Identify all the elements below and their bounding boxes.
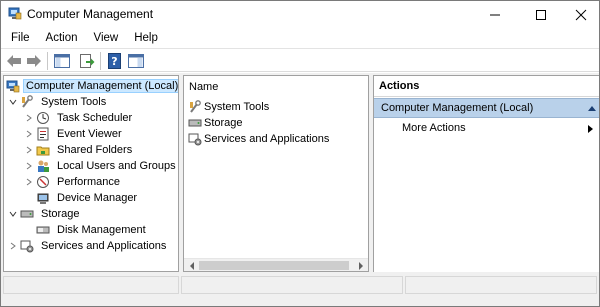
system-tools-icon xyxy=(188,100,202,114)
tree-item-label: System Tools xyxy=(41,96,107,108)
status-segment xyxy=(405,276,597,294)
help-button[interactable]: ? xyxy=(105,51,125,71)
export-list-icon xyxy=(80,54,95,68)
tree-item-task-scheduler[interactable]: Task Scheduler xyxy=(24,110,136,126)
chevron-right-icon[interactable] xyxy=(24,126,34,142)
more-actions-link[interactable]: More Actions xyxy=(402,122,466,134)
submenu-arrow-icon xyxy=(588,124,593,136)
menu-help[interactable]: Help xyxy=(126,28,166,48)
forward-arrow-icon xyxy=(27,55,41,67)
storage-icon xyxy=(188,116,202,130)
toolbar: ? xyxy=(1,48,599,72)
menu-view[interactable]: View xyxy=(86,28,127,48)
console-tree-pane: Computer Management (Local) System Tools xyxy=(3,75,179,272)
tree-item-device-manager[interactable]: Device Manager xyxy=(36,190,141,206)
actions-pane: Actions Computer Management (Local) More… xyxy=(373,75,599,272)
window-title: Computer Management xyxy=(27,7,154,21)
storage-icon xyxy=(20,207,34,221)
tree-item-label: Local Users and Groups xyxy=(57,160,176,172)
toolbar-separator xyxy=(47,52,48,70)
system-tools-icon xyxy=(20,95,34,109)
column-header-name[interactable]: Name xyxy=(184,76,368,96)
back-arrow-icon xyxy=(7,55,21,67)
collapse-up-icon[interactable] xyxy=(588,99,596,117)
tree-item-computer-management[interactable]: Computer Management (Local) xyxy=(6,78,178,94)
shared-folder-icon xyxy=(36,143,50,157)
minimize-button[interactable] xyxy=(476,1,514,28)
list-item-system-tools[interactable]: System Tools xyxy=(188,99,269,115)
back-button[interactable] xyxy=(4,51,24,71)
chevron-right-icon[interactable] xyxy=(24,110,34,126)
tree-item-label: Computer Management (Local) xyxy=(23,79,178,93)
scroll-right-icon[interactable] xyxy=(354,259,367,271)
menu-file[interactable]: File xyxy=(3,28,38,48)
maximize-button[interactable] xyxy=(522,1,560,28)
close-button[interactable] xyxy=(562,1,600,28)
list-item-label: System Tools xyxy=(204,101,270,113)
show-hide-action-pane-icon xyxy=(128,54,144,68)
performance-icon xyxy=(36,175,50,189)
chevron-down-icon[interactable] xyxy=(8,94,18,110)
list-item-label: Services and Applications xyxy=(204,133,330,145)
chevron-down-icon[interactable] xyxy=(8,206,18,222)
tree-item-services-applications[interactable]: Services and Applications xyxy=(8,238,170,254)
chevron-right-icon[interactable] xyxy=(8,238,18,254)
event-viewer-icon xyxy=(36,127,50,141)
tree-item-label: Disk Management xyxy=(57,224,146,236)
tree-item-performance[interactable]: Performance xyxy=(24,174,124,190)
services-applications-icon xyxy=(20,239,34,253)
chevron-right-icon[interactable] xyxy=(24,158,34,174)
show-hide-console-tree-button[interactable] xyxy=(52,51,72,71)
svg-text:?: ? xyxy=(111,55,117,68)
menu-action[interactable]: Action xyxy=(38,28,86,48)
users-icon xyxy=(36,159,50,173)
forward-button[interactable] xyxy=(24,51,44,71)
tree-item-label: Performance xyxy=(57,176,120,188)
clock-icon xyxy=(36,111,50,125)
menu-bar: File Action View Help xyxy=(1,28,599,48)
list-item-label: Storage xyxy=(204,117,243,129)
status-segment xyxy=(181,276,403,294)
computer-management-app-icon xyxy=(8,7,22,21)
list-pane: Name System Tools Storage Services and A… xyxy=(183,75,369,272)
show-hide-action-pane-button[interactable] xyxy=(126,51,146,71)
show-hide-console-tree-icon xyxy=(54,54,70,68)
scrollbar-thumb[interactable] xyxy=(199,261,349,270)
tree-item-label: Shared Folders xyxy=(57,144,133,156)
tree-item-event-viewer[interactable]: Event Viewer xyxy=(24,126,126,142)
list-item-storage[interactable]: Storage xyxy=(188,115,243,131)
tree-item-label: Services and Applications xyxy=(41,240,167,252)
disk-management-icon xyxy=(36,223,50,237)
tree-item-label: Task Scheduler xyxy=(57,112,133,124)
tree-item-label: Event Viewer xyxy=(57,128,122,140)
tree-item-label: Device Manager xyxy=(57,192,138,204)
chevron-right-icon[interactable] xyxy=(24,174,34,190)
actions-header: Actions xyxy=(374,76,599,97)
scroll-left-icon[interactable] xyxy=(185,259,198,271)
tree-item-system-tools[interactable]: System Tools xyxy=(8,94,110,110)
chevron-right-icon[interactable] xyxy=(24,142,34,158)
horizontal-scrollbar[interactable] xyxy=(184,258,368,271)
tree-item-label: Storage xyxy=(41,208,80,220)
status-bar xyxy=(1,273,599,306)
tree-item-local-users[interactable]: Local Users and Groups xyxy=(24,158,178,174)
services-applications-icon xyxy=(188,132,202,146)
device-manager-icon xyxy=(36,191,50,205)
pane-area: Computer Management (Local) System Tools xyxy=(1,73,599,273)
toolbar-separator xyxy=(100,52,101,70)
actions-section-label: Computer Management (Local) xyxy=(381,102,534,114)
status-segment xyxy=(3,276,179,294)
actions-section-computer-management[interactable]: Computer Management (Local) xyxy=(374,98,599,118)
tree-item-disk-management[interactable]: Disk Management xyxy=(36,222,150,238)
tree-item-shared-folders[interactable]: Shared Folders xyxy=(24,142,136,158)
export-list-button[interactable] xyxy=(77,51,97,71)
title-bar[interactable]: Computer Management xyxy=(1,1,599,28)
tree-item-storage[interactable]: Storage xyxy=(8,206,84,222)
computer-management-window: Computer Management File Action View Hel… xyxy=(0,0,600,307)
help-icon: ? xyxy=(108,53,121,69)
computer-management-icon xyxy=(6,79,20,93)
list-item-services-applications[interactable]: Services and Applications xyxy=(188,131,329,147)
